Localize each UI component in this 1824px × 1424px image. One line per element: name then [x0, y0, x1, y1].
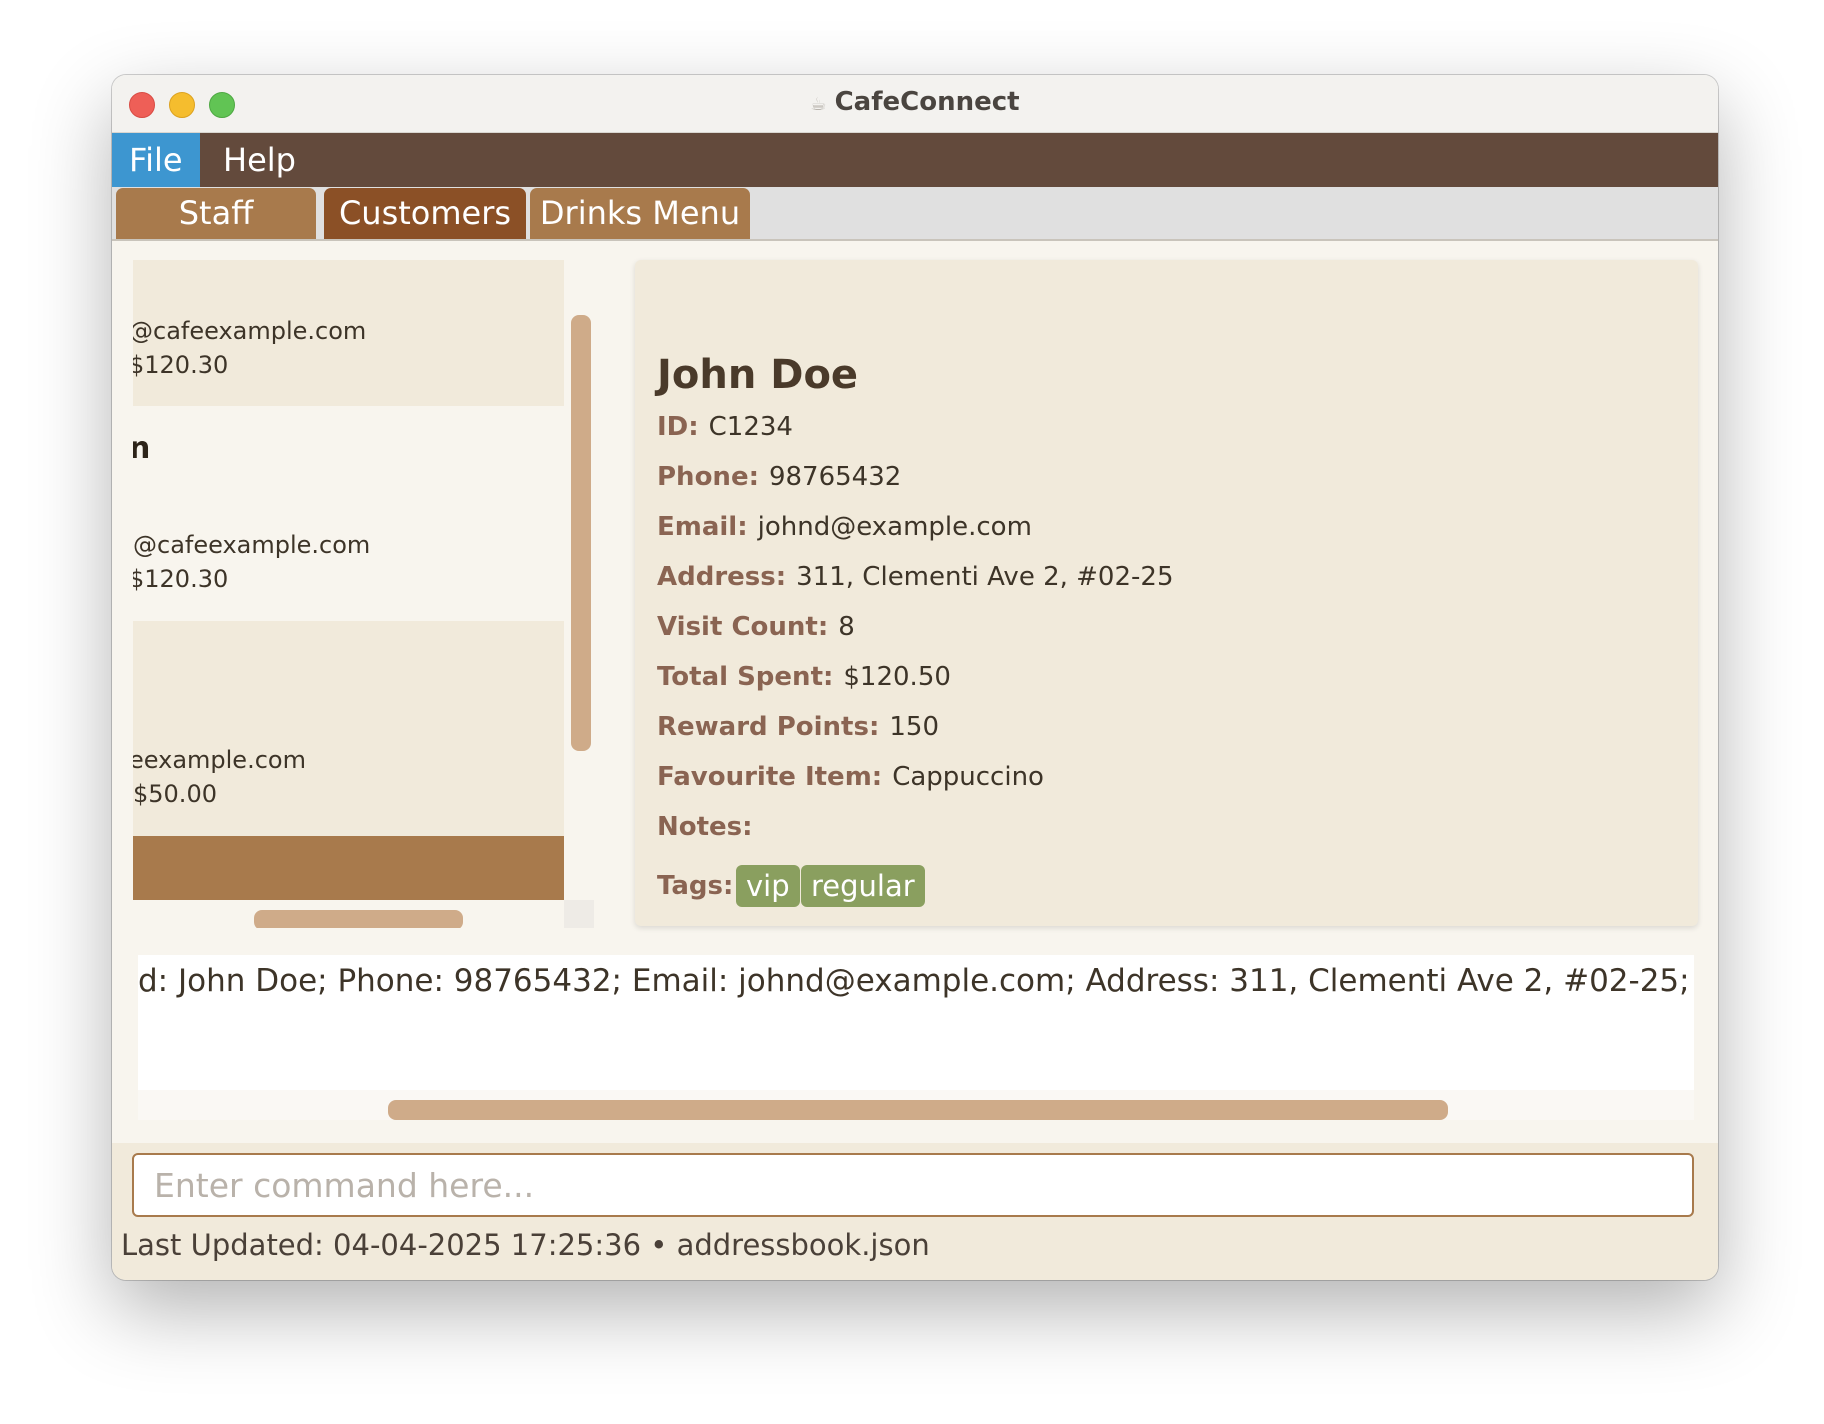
- tag-vip: vip: [736, 865, 800, 907]
- field-email-label: Email:: [657, 512, 748, 542]
- list-item-name: n: [133, 431, 151, 466]
- field-address: Address: 311, Clementi Ave 2, #02-25: [657, 562, 1174, 592]
- tag-regular: regular: [801, 865, 925, 907]
- field-visit-count-value: 8: [838, 612, 855, 642]
- customer-detail-card: John Doe ID: C1234 Phone: 98765432 Email: j…: [635, 260, 1698, 926]
- field-email: Email: johnd@example.com: [657, 512, 1032, 542]
- field-reward-points-label: Reward Points:: [657, 712, 880, 742]
- list-vscroll-thumb[interactable]: [571, 315, 591, 751]
- field-visit-count-label: Visit Count:: [657, 612, 829, 642]
- customer-list: @cafeexample.com $120.30 n @cafeexample.…: [133, 260, 594, 928]
- status-text: Last Updated: 04-04-2025 17:25:36 • addr…: [121, 1228, 930, 1262]
- list-item[interactable]: eexample.com $50.00: [133, 621, 564, 836]
- list-item[interactable]: n @cafeexample.com $120.30: [133, 406, 564, 621]
- list-item-email: @cafeexample.com: [133, 531, 371, 559]
- field-email-value: johnd@example.com: [757, 512, 1032, 542]
- field-total-spent: Total Spent: $120.50: [657, 662, 951, 692]
- tab-customers[interactable]: Customers: [324, 188, 526, 239]
- scroll-corner: [564, 900, 594, 928]
- result-text: d: John Doe; Phone: 98765432; Email: joh…: [138, 963, 1690, 999]
- result-hscroll-thumb[interactable]: [388, 1100, 1448, 1120]
- result-hscroll-track[interactable]: [138, 1090, 1694, 1120]
- list-item-total: $50.00: [133, 780, 217, 808]
- tab-bar: Staff Customers Drinks Menu: [112, 187, 1718, 241]
- list-item-total: $120.30: [133, 351, 229, 379]
- list-item-total: $120.30: [133, 565, 229, 593]
- field-id-label: ID:: [657, 412, 699, 442]
- app-window: ☕ CafeConnect File Help Staff Customers D…: [112, 75, 1718, 1280]
- field-phone: Phone: 98765432: [657, 462, 901, 492]
- field-address-value: 311, Clementi Ave 2, #02-25: [796, 562, 1174, 592]
- field-total-spent-value: $120.50: [843, 662, 951, 692]
- field-favourite-item-label: Favourite Item:: [657, 762, 883, 792]
- field-reward-points-value: 150: [889, 712, 939, 742]
- coffee-cup-icon: ☕: [810, 94, 827, 115]
- list-item[interactable]: @cafeexample.com $120.30: [133, 260, 564, 406]
- list-hscroll-track[interactable]: [133, 900, 564, 928]
- list-item-email: eexample.com: [133, 746, 306, 774]
- menu-bar: File Help: [112, 133, 1718, 187]
- status-bar: Last Updated: 04-04-2025 17:25:36 • addr…: [112, 1220, 1718, 1280]
- list-item-selected[interactable]: [133, 836, 564, 900]
- list-item-email: @cafeexample.com: [133, 317, 367, 345]
- field-favourite-item: Favourite Item: Cappuccino: [657, 762, 1044, 792]
- list-hscroll-thumb[interactable]: [254, 910, 463, 928]
- field-notes: Notes:: [657, 812, 763, 842]
- window-title: ☕ CafeConnect: [112, 87, 1718, 117]
- field-total-spent-label: Total Spent:: [657, 662, 834, 692]
- result-display[interactable]: d: John Doe; Phone: 98765432; Email: joh…: [138, 955, 1694, 1120]
- menu-help[interactable]: Help: [206, 133, 313, 187]
- field-reward-points: Reward Points: 150: [657, 712, 939, 742]
- field-address-label: Address:: [657, 562, 787, 592]
- field-phone-value: 98765432: [768, 462, 902, 492]
- field-phone-label: Phone:: [657, 462, 759, 492]
- field-id-value: C1234: [708, 412, 793, 442]
- tags-label: Tags:: [657, 871, 734, 901]
- tab-drinks-menu[interactable]: Drinks Menu: [530, 188, 750, 239]
- command-input[interactable]: [132, 1153, 1694, 1217]
- title-bar: ☕ CafeConnect: [112, 75, 1718, 133]
- menu-file[interactable]: File: [112, 133, 200, 187]
- field-visit-count: Visit Count: 8: [657, 612, 855, 642]
- field-id: ID: C1234: [657, 412, 793, 442]
- customer-name: John Doe: [657, 352, 859, 398]
- field-favourite-item-value: Cappuccino: [892, 762, 1044, 792]
- tab-staff[interactable]: Staff: [116, 188, 316, 239]
- window-title-text: CafeConnect: [834, 87, 1020, 117]
- field-notes-label: Notes:: [657, 812, 753, 842]
